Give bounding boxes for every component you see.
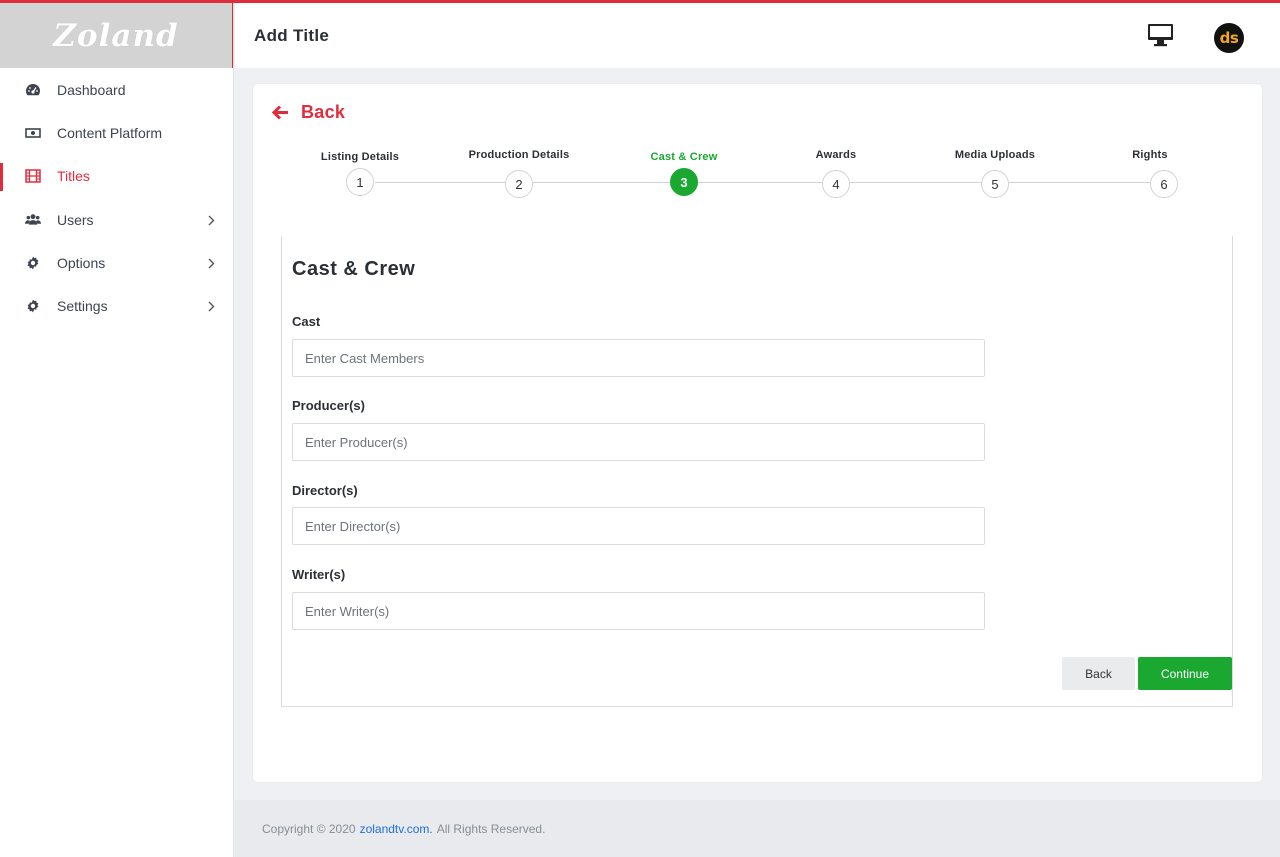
arrow-left-icon [272,105,289,120]
back-link[interactable]: Back [272,102,345,123]
sidebar-nav: Dashboard Content Platform Titles Users [0,68,233,328]
sidebar-item-titles[interactable]: Titles [0,155,233,198]
step-label: Rights [1132,149,1168,161]
step-cast-crew[interactable]: Cast & Crew 3 [614,146,754,196]
sidebar-item-label: Options [57,254,106,271]
cast-crew-form: Cast & Crew Cast Producer(s) Director(s)… [281,236,1233,707]
top-header: Add Title ds [235,3,1280,68]
step-number[interactable]: 2 [505,170,533,198]
sidebar-item-content-platform[interactable]: Content Platform [0,111,233,154]
step-production-details[interactable]: Production Details 2 [449,146,589,198]
site-link[interactable]: zolandtv.com. [360,822,433,836]
producer-input[interactable] [292,423,985,461]
sidebar-item-dashboard[interactable]: Dashboard [0,68,233,111]
step-number[interactable]: 5 [981,170,1009,198]
footer: Copyright © 2020 zolandtv.com. All Right… [235,800,1280,857]
director-label: Director(s) [292,483,358,498]
continue-button[interactable]: Continue [1138,657,1232,690]
sidebar-item-users[interactable]: Users [0,198,233,241]
writer-label: Writer(s) [292,567,346,582]
step-label: Listing Details [320,151,400,163]
step-number[interactable]: 3 [670,168,698,196]
director-input[interactable] [292,507,985,545]
step-label: Media Uploads [954,149,1036,161]
page-title: Add Title [254,25,330,45]
sidebar-item-label: Users [57,211,94,228]
sidebar-item-settings[interactable]: Settings [0,284,233,327]
sidebar-item-label: Titles [57,168,90,185]
chevron-right-icon [208,256,215,272]
cast-input[interactable] [292,339,985,377]
step-number[interactable]: 6 [1150,170,1178,198]
step-label: Awards [815,149,857,161]
writer-input[interactable] [292,592,985,630]
film-icon [25,168,41,184]
producer-label: Producer(s) [292,398,365,413]
tachometer-icon [25,82,41,98]
progress-stepper: Listing Details 1 Production Details 2 C… [253,146,1262,206]
money-icon [25,125,41,141]
gear-icon [25,298,41,314]
copyright-text: Copyright © 2020 [262,821,356,836]
rights-text: All Rights Reserved. [436,821,546,836]
sidebar-item-label: Dashboard [57,81,126,98]
step-number[interactable]: 1 [346,168,374,196]
back-button[interactable]: Back [1062,657,1135,690]
users-icon [25,212,41,228]
step-label: Cast & Crew [650,151,718,163]
step-rights[interactable]: Rights 6 [1080,146,1220,198]
step-listing-details[interactable]: Listing Details 1 [290,146,430,196]
main-card: Back Listing Details 1 Production Detail… [253,84,1262,782]
step-number[interactable]: 4 [822,170,850,198]
step-label: Production Details [468,149,570,161]
sidebar: Zoland Dashboard Content Platform Titles… [0,3,234,857]
logo-text: Zoland [53,17,179,54]
sidebar-item-label: Settings [57,298,108,315]
sidebar-item-options[interactable]: Options [0,241,233,284]
logo[interactable]: Zoland [0,3,233,68]
chevron-right-icon [208,299,215,315]
step-awards[interactable]: Awards 4 [766,146,906,198]
form-title: Cast & Crew [292,258,416,280]
gear-icon [25,255,41,271]
avatar[interactable]: ds [1214,23,1244,53]
desktop-monitor-icon[interactable] [1147,23,1174,53]
sidebar-item-label: Content Platform [57,124,163,141]
cast-label: Cast [292,314,321,329]
chevron-right-icon [208,213,215,229]
step-media-uploads[interactable]: Media Uploads 5 [925,146,1065,198]
back-link-label: Back [301,102,346,122]
